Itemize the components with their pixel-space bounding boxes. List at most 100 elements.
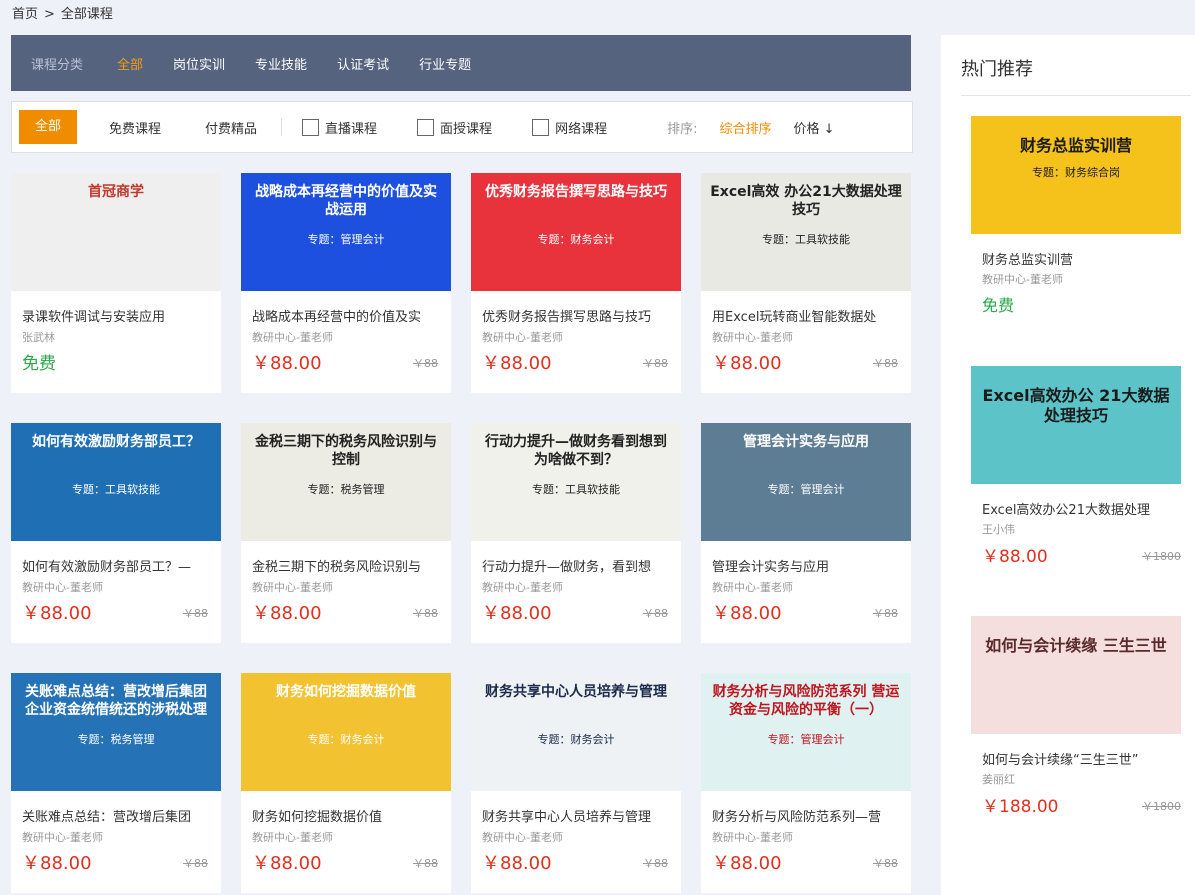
course-card[interactable]: 财务分析与风险防范系列 营运资金与风险的平衡（一） 专题：管理会计 财务分析与风险防…: [701, 673, 911, 893]
checkbox-live[interactable]: 直播课程: [302, 118, 377, 137]
checkbox-box[interactable]: [417, 118, 435, 136]
category-certification[interactable]: 认证考试: [337, 54, 389, 73]
course-card[interactable]: 财务共享中心人员培养与管理 专题：财务会计 财务共享中心人员培养与管理 教研中心-董老…: [471, 673, 681, 893]
course-thumbnail[interactable]: 行动力提升—做财务看到想到为啥做不到？ 专题：工具软技能: [471, 423, 681, 541]
checkbox-box[interactable]: [532, 118, 550, 136]
course-thumbnail[interactable]: 优秀财务报告撰写思路与技巧 专题：财务会计: [471, 173, 681, 291]
course-thumbnail[interactable]: 关账难点总结：营改增后集团企业资金统借统还的涉税处理专题：税务管理: [11, 673, 221, 791]
filter-free-tab[interactable]: 免费课程: [109, 118, 161, 137]
course-thumbnail[interactable]: Excel高效 办公21大数据处理技巧 专题：工具软技能: [701, 173, 911, 291]
course-teacher: 教研中心-董老师: [22, 581, 103, 594]
course-title[interactable]: 行动力提升—做财务，看到想: [482, 556, 672, 575]
hot-course-teacher: 王小伟: [982, 523, 1015, 536]
hot-course-card[interactable]: 财务总监实训营 专题：财务综合岗 财务总监实训营 教研中心-董老师 免费: [971, 116, 1181, 315]
course-original-price: ￥88: [643, 357, 668, 370]
course-title[interactable]: 财务分析与风险防范系列—营: [712, 806, 902, 825]
checkbox-offline[interactable]: 面授课程: [417, 118, 492, 137]
thumb-subtitle: 专题：税务管理: [307, 483, 385, 496]
course-price: ￥88.00: [482, 853, 552, 874]
breadcrumb-separator: >: [44, 7, 55, 22]
thumb-title: 关账难点总结：营改增后集团企业资金统借统还的涉税处理: [25, 684, 207, 718]
course-title[interactable]: 用Excel玩转商业智能数据处: [712, 306, 902, 325]
category-industry[interactable]: 行业专题: [419, 54, 471, 73]
course-card[interactable]: 关账难点总结：营改增后集团企业资金统借统还的涉税处理 专题：税务管理 关账难点总结：…: [11, 673, 221, 893]
checkbox-box[interactable]: [302, 118, 320, 136]
hot-course-title[interactable]: 财务总监实训营: [982, 249, 1073, 268]
course-title[interactable]: 优秀财务报告撰写思路与技巧: [482, 306, 672, 325]
course-teacher: 教研中心-董老师: [712, 331, 793, 344]
hot-course-card[interactable]: 如何与会计续缘 三生三世 如何与会计续缘“三生三世” 姜丽红 ￥188.00 ￥1800: [971, 616, 1181, 817]
filter-bar: 全部 免费课程 付费精品 直播课程 面授课程 网络课程 排序: 综合排序 价格 …: [11, 101, 913, 153]
category-job-training[interactable]: 岗位实训: [173, 54, 225, 73]
thumb-subtitle: 专题：税务管理: [77, 733, 155, 746]
course-thumbnail[interactable]: 管理会计实务与应用 专题：管理会计: [701, 423, 911, 541]
course-price: 免费: [22, 354, 56, 374]
thumb-title: 管理会计实务与应用: [743, 434, 869, 450]
course-title[interactable]: 如何有效激励财务部员工？—: [22, 556, 212, 575]
thumb-title: 如何与会计续缘 三生三世: [985, 636, 1167, 655]
course-card[interactable]: Excel高效 办公21大数据处理技巧 专题：工具软技能用Excel玩转商业智能数…: [701, 173, 911, 393]
thumb-title: 财务分析与风险防范系列 营运资金与风险的平衡（一）: [712, 684, 900, 718]
course-original-price: ￥88: [413, 607, 438, 620]
course-original-price: ￥88: [873, 607, 898, 620]
thumb-subtitle: 专题：管理会计: [767, 733, 845, 746]
thumb-title: 战略成本再经营中的价值及实战运用: [255, 184, 437, 218]
checkbox-online[interactable]: 网络课程: [532, 118, 607, 137]
course-thumbnail[interactable]: 财务共享中心人员培养与管理 专题：财务会计: [471, 673, 681, 791]
course-thumbnail[interactable]: 首冠商学: [11, 173, 221, 291]
course-title[interactable]: 管理会计实务与应用: [712, 556, 902, 575]
course-teacher: 教研中心-董老师: [252, 331, 333, 344]
course-original-price: ￥88: [873, 357, 898, 370]
course-thumbnail[interactable]: 财务分析与风险防范系列 营运资金与风险的平衡（一） 专题：管理会计: [701, 673, 911, 791]
course-teacher: 教研中心-董老师: [252, 831, 333, 844]
course-title[interactable]: 战略成本再经营中的价值及实: [252, 306, 442, 325]
thumb-subtitle: 专题：财务会计: [307, 733, 385, 746]
hot-course-title[interactable]: 如何与会计续缘“三生三世”: [982, 749, 1138, 768]
course-card[interactable]: 首冠商学录课软件调试与安装应用张武林免费: [11, 173, 221, 393]
course-price: ￥88.00: [712, 353, 782, 374]
filter-paid-tab[interactable]: 付费精品: [205, 118, 257, 137]
course-original-price: ￥88: [183, 607, 208, 620]
thumb-subtitle: 专题：管理会计: [307, 233, 385, 246]
sort-price[interactable]: 价格 ↓: [793, 118, 834, 137]
hot-course-teacher: 姜丽红: [982, 773, 1015, 786]
category-all[interactable]: 全部: [117, 54, 143, 73]
sort-default[interactable]: 综合排序: [719, 118, 771, 137]
course-title[interactable]: 录课软件调试与安装应用: [22, 306, 212, 325]
breadcrumb: 首页 > 全部课程: [12, 3, 119, 22]
course-thumbnail[interactable]: 金税三期下的税务风险识别与控制 专题：税务管理: [241, 423, 451, 541]
course-thumbnail[interactable]: 如何有效激励财务部员工？ 专题：工具软技能: [11, 423, 221, 541]
course-card[interactable]: 财务如何挖掘数据价值 专题：财务会计 财务如何挖掘数据价值 教研中心-董老师 ￥88.0…: [241, 673, 451, 893]
filter-all-button[interactable]: 全部: [19, 110, 77, 144]
course-card[interactable]: 优秀财务报告撰写思路与技巧 专题：财务会计 优秀财务报告撰写思路与技巧 教研中心-董老…: [471, 173, 681, 393]
course-title[interactable]: 财务如何挖掘数据价值: [252, 806, 442, 825]
hot-course-card[interactable]: Excel高效办公 21大数据处理技巧 Excel高效办公21大数据处理王小伟 ￥8…: [971, 366, 1181, 567]
hot-course-original-price: ￥1800: [1142, 800, 1181, 813]
course-price: ￥88.00: [482, 603, 552, 624]
course-card[interactable]: 行动力提升—做财务看到想到为啥做不到？ 专题：工具软技能行动力提升—做财务，看到想…: [471, 423, 681, 643]
hot-course-title[interactable]: Excel高效办公21大数据处理: [982, 499, 1150, 518]
thumb-title: 如何有效激励财务部员工？: [32, 434, 200, 450]
course-original-price: ￥88: [643, 857, 668, 870]
category-skills[interactable]: 专业技能: [255, 54, 307, 73]
course-title[interactable]: 金税三期下的税务风险识别与: [252, 556, 442, 575]
course-original-price: ￥88: [183, 857, 208, 870]
course-card[interactable]: 战略成本再经营中的价值及实战运用专题：管理会计战略成本再经营中的价值及实教研中心…: [241, 173, 451, 393]
course-thumbnail[interactable]: 财务如何挖掘数据价值 专题：财务会计: [241, 673, 451, 791]
divider: [961, 95, 1191, 96]
course-title[interactable]: 财务共享中心人员培养与管理: [482, 806, 672, 825]
course-title[interactable]: 关账难点总结：营改增后集团: [22, 806, 212, 825]
category-bar: 课程分类 全部 岗位实训 专业技能 认证考试 行业专题: [11, 35, 911, 91]
course-card[interactable]: 管理会计实务与应用 专题：管理会计 管理会计实务与应用 教研中心-董老师 ￥88.00 ￥…: [701, 423, 911, 643]
breadcrumb-home[interactable]: 首页: [12, 7, 38, 22]
course-card[interactable]: 如何有效激励财务部员工？ 专题：工具软技能如何有效激励财务部员工？— 教研中心-董老…: [11, 423, 221, 643]
course-card[interactable]: 金税三期下的税务风险识别与控制 专题：税务管理 金税三期下的税务风险识别与 教研中心-…: [241, 423, 451, 643]
course-thumbnail[interactable]: 战略成本再经营中的价值及实战运用专题：管理会计: [241, 173, 451, 291]
hot-course-thumbnail[interactable]: Excel高效办公 21大数据处理技巧: [971, 366, 1181, 484]
hot-course-price: ￥88.00: [982, 547, 1048, 567]
hot-course-thumbnail[interactable]: 如何与会计续缘 三生三世: [971, 616, 1181, 734]
course-teacher: 张武林: [22, 331, 55, 344]
hot-course-thumbnail[interactable]: 财务总监实训营 专题：财务综合岗: [971, 116, 1181, 234]
thumb-subtitle: 专题：工具软技能: [72, 483, 160, 496]
course-price: ￥88.00: [712, 603, 782, 624]
